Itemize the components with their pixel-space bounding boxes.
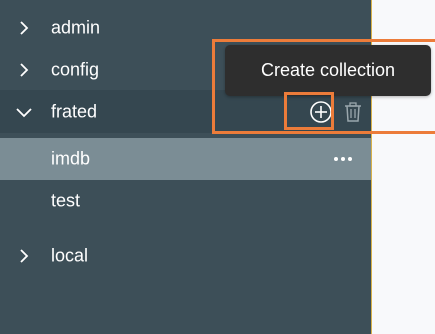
chevron-right-icon (20, 63, 29, 77)
collection-options-button[interactable] (334, 155, 352, 163)
collection-label: test (51, 190, 81, 211)
ellipsis-icon (334, 157, 338, 161)
collection-item-imdb[interactable]: imdb (0, 138, 371, 180)
database-label: config (51, 59, 100, 80)
sidebar-item-local[interactable]: local (0, 235, 371, 277)
chevron-right-icon (20, 249, 29, 263)
chevron-down-icon (16, 107, 32, 117)
database-label: frated (51, 101, 98, 121)
collection-item-test[interactable]: test (0, 180, 371, 222)
highlight-box-button (284, 92, 334, 130)
collection-label: imdb (51, 148, 91, 169)
database-label: admin (51, 17, 101, 38)
database-label: local (51, 245, 89, 266)
chevron-right-icon (20, 21, 29, 35)
